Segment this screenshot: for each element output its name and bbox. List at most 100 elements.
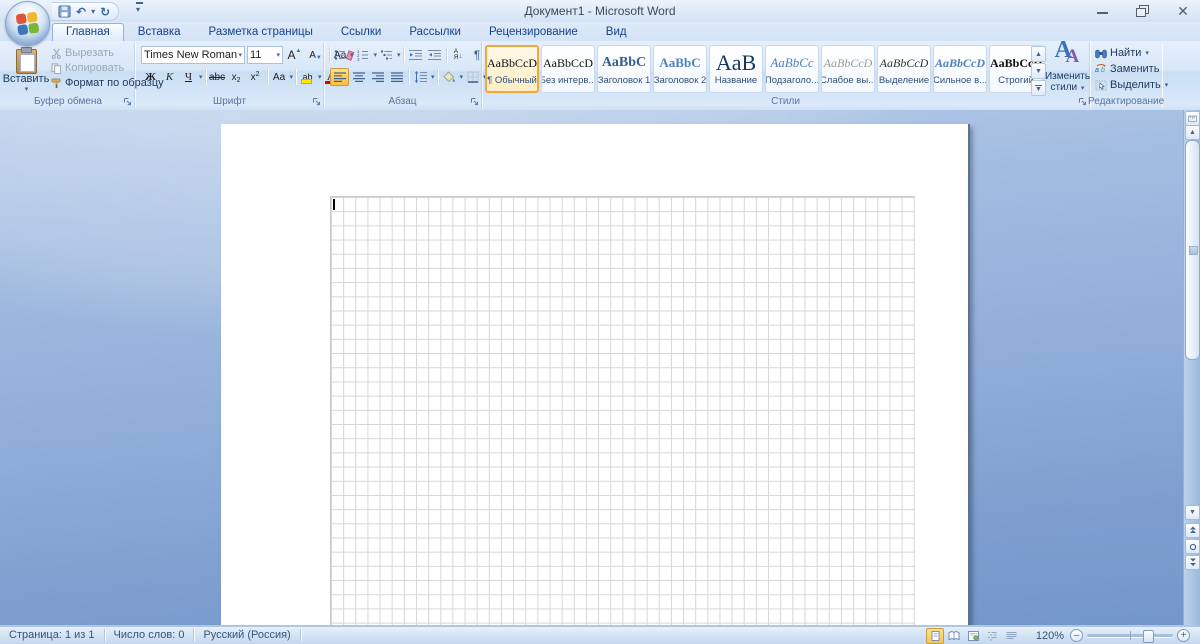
tab-page-layout[interactable]: Разметка страницы	[195, 23, 327, 41]
align-right-button[interactable]	[368, 68, 387, 86]
superscript-button[interactable]: х2	[246, 68, 265, 86]
sort-button[interactable]: А Я ↓	[449, 46, 468, 64]
style-title[interactable]: AaB Название	[709, 45, 763, 93]
borders-button[interactable]	[463, 68, 482, 86]
redo-icon[interactable]: ↻	[100, 6, 110, 18]
increase-indent-button[interactable]	[425, 46, 444, 64]
minimize-button[interactable]	[1096, 5, 1110, 17]
save-icon[interactable]	[58, 5, 71, 18]
underline-dropdown-arrow[interactable]: ▾	[199, 73, 203, 81]
ruler-toggle-button[interactable]	[1185, 111, 1200, 126]
multilevel-dropdown-arrow[interactable]: ▾	[397, 51, 401, 59]
customize-qat-arrow[interactable]: ▾	[136, 2, 144, 14]
style-normal[interactable]: AaBbCcD ¶ Обычный	[485, 45, 539, 93]
next-page-button[interactable]	[1185, 555, 1200, 570]
style-strong-emphasis[interactable]: AaBbCcD Сильное в...	[933, 45, 987, 93]
align-center-button[interactable]	[349, 68, 368, 86]
document-workspace[interactable]	[0, 110, 1200, 627]
restore-button[interactable]	[1136, 5, 1150, 17]
highlight-color-button[interactable]: ab	[298, 68, 317, 86]
find-button[interactable]: Найти ▾	[1092, 46, 1171, 60]
italic-button[interactable]: К	[160, 68, 179, 86]
font-size-dropdown-arrow[interactable]: ▾	[276, 51, 280, 59]
change-styles-button[interactable]: AA Изменить стили ▾	[1045, 38, 1090, 97]
select-browse-object-button[interactable]	[1185, 539, 1200, 554]
style-subtle-emphasis[interactable]: AaBbCcD Слабое вы...	[821, 45, 875, 93]
close-button[interactable]: ✕	[1176, 4, 1190, 18]
page-indicator[interactable]: Страница: 1 из 1	[0, 629, 105, 642]
shrink-font-button[interactable]: А ▼	[306, 46, 325, 64]
line-spacing-dropdown-arrow[interactable]: ▾	[431, 73, 435, 81]
tab-references[interactable]: Ссылки	[327, 23, 396, 41]
font-dialog-launcher[interactable]	[312, 97, 321, 106]
select-button[interactable]: Выделить ▾	[1092, 78, 1171, 92]
document-page[interactable]	[221, 124, 970, 627]
vertical-scrollbar[interactable]: ▲ ▼	[1183, 110, 1200, 627]
zoom-level[interactable]: 120%	[1028, 630, 1064, 642]
align-left-button[interactable]	[330, 68, 349, 86]
change-case-button[interactable]: Аа	[270, 68, 289, 86]
bold-button[interactable]: Ж	[141, 68, 160, 86]
bullets-button[interactable]	[330, 46, 349, 64]
outline-icon[interactable]	[983, 628, 1001, 644]
replace-button[interactable]: ab Заменить	[1092, 62, 1171, 76]
tab-mailings[interactable]: Рассылки	[395, 23, 475, 41]
borders-icon	[467, 71, 479, 83]
print-layout-icon[interactable]	[926, 627, 944, 644]
styles-scroll-down-button[interactable]: ▼	[1031, 63, 1046, 79]
style-emphasis[interactable]: AaBbCcD Выделение	[877, 45, 931, 93]
subscript-button[interactable]: х2	[227, 68, 246, 86]
zoom-slider-knob[interactable]	[1143, 630, 1154, 643]
clipboard-dialog-launcher[interactable]	[123, 97, 132, 106]
style-subtitle[interactable]: AaBbCc Подзаголо...	[765, 45, 819, 93]
paste-dropdown-arrow[interactable]: ▾	[25, 85, 29, 93]
line-spacing-button[interactable]	[411, 68, 430, 86]
shading-button[interactable]	[440, 68, 459, 86]
style-heading2[interactable]: AaBbC Заголовок 2	[653, 45, 707, 93]
font-name-combo[interactable]: Times New Roman (О ▾	[141, 46, 245, 64]
decrease-indent-button[interactable]	[406, 46, 425, 64]
scroll-down-button[interactable]: ▼	[1185, 505, 1200, 520]
tab-insert[interactable]: Вставка	[124, 23, 195, 41]
web-layout-icon[interactable]	[964, 628, 982, 644]
zoom-in-button[interactable]: +	[1177, 629, 1190, 642]
multilevel-list-button[interactable]	[377, 46, 396, 64]
language-indicator[interactable]: Русский (Россия)	[194, 629, 301, 642]
undo-dropdown-arrow[interactable]: ▾	[91, 7, 95, 16]
grow-font-button[interactable]: А ▲	[285, 46, 304, 64]
draft-icon[interactable]	[1002, 628, 1020, 644]
previous-page-button[interactable]	[1185, 523, 1200, 538]
tab-review[interactable]: Рецензирование	[475, 23, 592, 41]
fullscreen-reading-icon[interactable]	[945, 628, 963, 644]
font-size-combo[interactable]: 11 ▾	[247, 46, 283, 64]
strikethrough-button[interactable]: abc	[208, 68, 227, 86]
office-button[interactable]	[5, 1, 50, 46]
word-count-indicator[interactable]: Число слов: 0	[105, 629, 195, 642]
paste-button[interactable]: Вставить ▾	[3, 45, 49, 101]
scroll-up-button[interactable]: ▲	[1185, 125, 1200, 140]
zoom-out-button[interactable]: –	[1070, 629, 1083, 642]
window-title: Документ1 - Microsoft Word	[524, 4, 676, 18]
justify-icon	[390, 71, 403, 82]
underline-button[interactable]: Ч	[179, 68, 198, 86]
find-dropdown-arrow[interactable]: ▾	[1145, 49, 1149, 57]
font-name-dropdown-arrow[interactable]: ▾	[238, 51, 242, 59]
numbering-button[interactable]: 123	[354, 46, 373, 64]
bullets-dropdown-arrow[interactable]: ▾	[350, 51, 354, 59]
select-dropdown-arrow[interactable]: ▾	[1165, 81, 1169, 89]
undo-icon[interactable]: ↶	[76, 6, 86, 18]
sort-arrow: ↓	[458, 50, 463, 60]
tab-view[interactable]: Вид	[592, 23, 641, 41]
paragraph-dialog-launcher[interactable]	[470, 97, 479, 106]
styles-gallery-more-button[interactable]: ▼	[1031, 80, 1046, 96]
justify-button[interactable]	[387, 68, 406, 86]
styles-dialog-launcher[interactable]	[1078, 97, 1087, 106]
style-heading1[interactable]: AaBbC Заголовок 1	[597, 45, 651, 93]
change-case-dropdown-arrow[interactable]: ▾	[290, 73, 294, 81]
zoom-slider-track[interactable]	[1087, 630, 1173, 643]
style-no-spacing[interactable]: AaBbCcD Без интерв...	[541, 45, 595, 93]
tab-home[interactable]: Главная	[52, 23, 124, 41]
document-table-grid[interactable]	[330, 196, 915, 627]
scrollbar-thumb[interactable]	[1185, 140, 1200, 360]
styles-scroll-up-button[interactable]: ▲	[1031, 46, 1046, 62]
